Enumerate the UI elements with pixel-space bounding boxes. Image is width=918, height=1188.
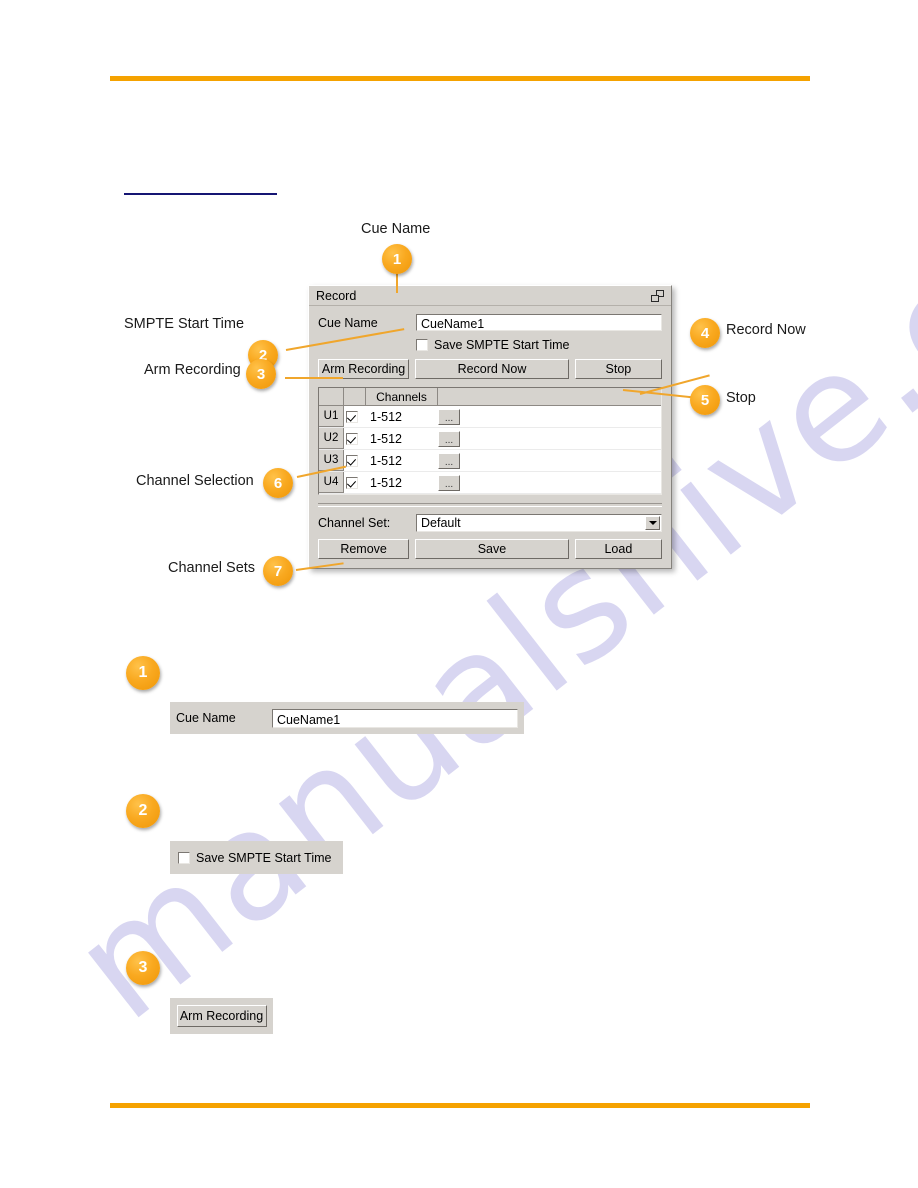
cue-name-row: Cue Name CueName1 <box>318 314 662 331</box>
detail-cue-name-label: Cue Name <box>176 711 236 725</box>
callout-badge-1: 1 <box>382 244 412 274</box>
save-button[interactable]: Save <box>415 539 569 559</box>
callout-label-7: Channel Sets <box>168 560 256 576</box>
table-row[interactable]: U3 1-512 ... <box>319 450 661 472</box>
row-unit-label: U2 <box>319 428 344 449</box>
callout-badge-3: 3 <box>246 359 276 389</box>
footer-rule <box>110 1103 810 1108</box>
row-checkbox-cell[interactable] <box>344 472 366 493</box>
row-checkbox-cell[interactable] <box>344 428 366 449</box>
row-ellipsis-button[interactable]: ... <box>438 408 460 425</box>
row-unit-label: U4 <box>319 472 344 493</box>
channel-grid: Channels U1 1-512 ... U2 1-512 ... U3 1-… <box>318 387 662 495</box>
grid-header-unit[interactable] <box>319 388 344 406</box>
row-unit-label: U1 <box>319 406 344 427</box>
row-ellipsis-button[interactable]: ... <box>438 474 460 491</box>
detail-cue-name-input[interactable]: CueName1 <box>272 708 518 728</box>
smpte-checkbox[interactable] <box>416 339 428 351</box>
grid-empty-area <box>319 494 661 495</box>
callout-label-3: Arm Recording <box>144 362 241 378</box>
row-spacer <box>464 472 661 493</box>
row-channels-value[interactable]: 1-512 <box>366 406 438 427</box>
row-spacer <box>464 406 661 427</box>
dialog-body: Cue Name CueName1 Save SMPTE Start Time … <box>309 306 671 568</box>
detail-badge-1: 1 <box>126 656 160 690</box>
cue-name-label: Cue Name <box>318 315 378 330</box>
row-more-cell[interactable]: ... <box>438 472 464 493</box>
detail-smpte-checkbox[interactable] <box>178 851 190 864</box>
smpte-label: Save SMPTE Start Time <box>434 338 570 352</box>
channel-set-value: Default <box>421 516 461 530</box>
callout-label-5: Stop <box>726 390 756 406</box>
table-row[interactable]: U4 1-512 ... <box>319 472 661 494</box>
section-divider <box>318 503 662 507</box>
channel-grid-header: Channels <box>319 388 661 406</box>
stop-button[interactable]: Stop <box>574 359 662 379</box>
dialog-titlebar: Record <box>309 286 671 306</box>
row-enable-checkbox[interactable] <box>346 410 358 423</box>
transport-button-row: Arm Recording Record Now Stop <box>318 359 662 379</box>
page-watermark: manualshive.com <box>0 0 918 1188</box>
row-channels-value[interactable]: 1-512 <box>366 472 438 493</box>
detail-cue-name-panel: Cue Name CueName1 <box>170 702 524 734</box>
channel-set-button-row: Remove Save Load <box>318 539 662 559</box>
load-button[interactable]: Load <box>574 539 662 559</box>
grid-header-enable[interactable] <box>344 388 366 406</box>
row-enable-checkbox[interactable] <box>346 476 358 489</box>
record-dialog: Record Cue Name CueName1 Save SMPTE Star… <box>308 285 672 569</box>
callout-label-1: Cue Name <box>361 221 431 237</box>
detail-arm-panel: Arm Recording <box>170 998 273 1034</box>
detail-badge-2: 2 <box>126 794 160 828</box>
chevron-down-icon[interactable] <box>645 516 660 530</box>
row-checkbox-cell[interactable] <box>344 450 366 471</box>
remove-button[interactable]: Remove <box>318 539 410 559</box>
callout-badge-5: 5 <box>690 385 720 415</box>
row-more-cell[interactable]: ... <box>438 450 464 471</box>
detail-smpte-panel[interactable]: Save SMPTE Start Time <box>170 841 343 874</box>
callout-label-6: Channel Selection <box>136 473 254 489</box>
callout-label-2: SMPTE Start Time <box>124 316 245 332</box>
callout-badge-7: 7 <box>263 556 293 586</box>
row-spacer <box>464 450 661 471</box>
channel-set-dropdown[interactable]: Default <box>416 514 662 532</box>
row-ellipsis-button[interactable]: ... <box>438 452 460 469</box>
row-ellipsis-button[interactable]: ... <box>438 430 460 447</box>
link-underline <box>124 193 277 195</box>
detail-arm-recording-button[interactable]: Arm Recording <box>176 1005 267 1027</box>
detail-badge-3: 3 <box>126 951 160 985</box>
table-row[interactable]: U1 1-512 ... <box>319 406 661 428</box>
table-row[interactable]: U2 1-512 ... <box>319 428 661 450</box>
row-more-cell[interactable]: ... <box>438 406 464 427</box>
record-now-button[interactable]: Record Now <box>415 359 569 379</box>
leader-line-3 <box>285 377 343 379</box>
smpte-row[interactable]: Save SMPTE Start Time <box>416 338 662 352</box>
row-checkbox-cell[interactable] <box>344 406 366 427</box>
callout-badge-6: 6 <box>263 468 293 498</box>
channel-set-row: Channel Set: Default <box>318 514 662 532</box>
channel-set-label: Channel Set: <box>318 516 391 530</box>
row-spacer <box>464 428 661 449</box>
row-enable-checkbox[interactable] <box>346 454 358 467</box>
header-rule <box>110 76 810 81</box>
detail-smpte-label: Save SMPTE Start Time <box>196 850 332 865</box>
row-channels-value[interactable]: 1-512 <box>366 450 438 471</box>
grid-header-channels[interactable]: Channels <box>366 388 438 406</box>
cue-name-input[interactable]: CueName1 <box>416 314 662 331</box>
callout-label-4: Record Now <box>726 322 806 338</box>
row-enable-checkbox[interactable] <box>346 432 358 445</box>
leader-line-1 <box>396 271 398 293</box>
callout-badge-4: 4 <box>690 318 720 348</box>
row-more-cell[interactable]: ... <box>438 428 464 449</box>
row-channels-value[interactable]: 1-512 <box>366 428 438 449</box>
arm-recording-button[interactable]: Arm Recording <box>318 359 410 379</box>
restore-window-icon[interactable] <box>651 289 664 302</box>
dialog-title: Record <box>316 288 357 303</box>
